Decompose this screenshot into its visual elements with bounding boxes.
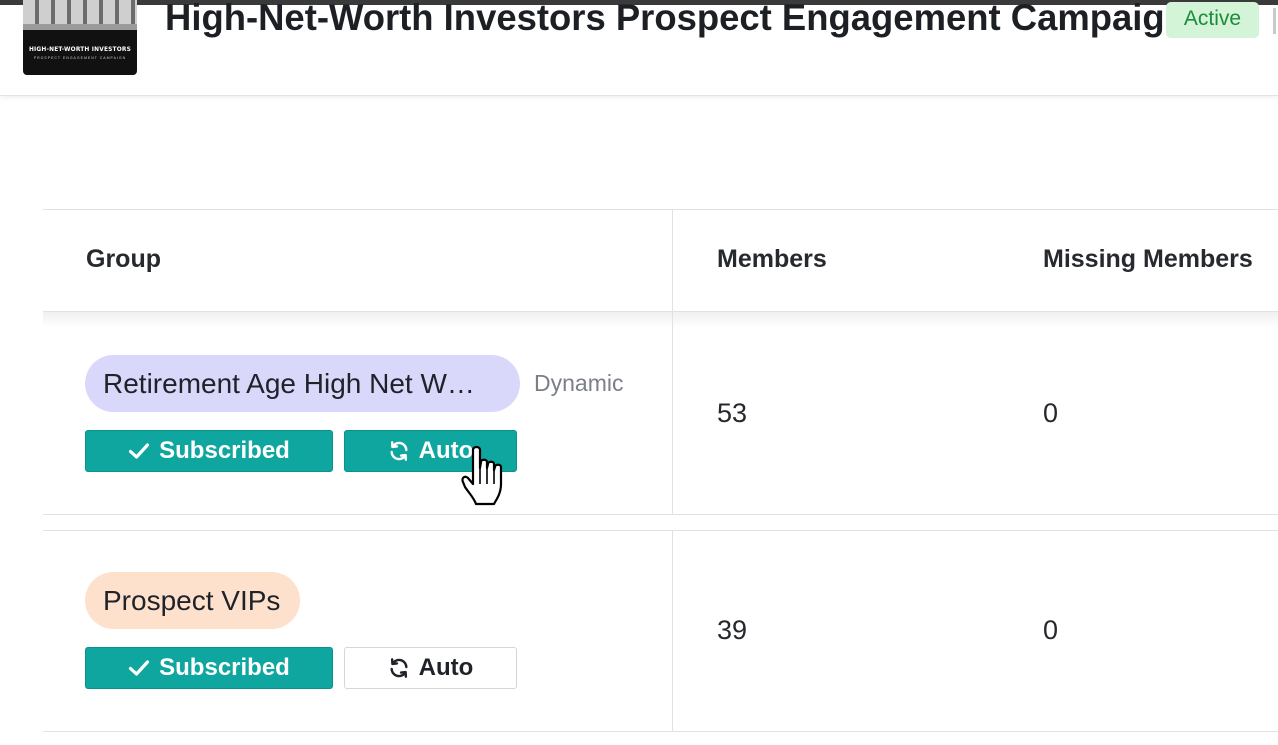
status-badge: Active bbox=[1166, 2, 1259, 38]
logo-building-image bbox=[23, 0, 137, 30]
column-header-members[interactable]: Members bbox=[717, 245, 827, 274]
subscribed-button[interactable]: Subscribed bbox=[85, 647, 333, 689]
group-type-label: Dynamic bbox=[534, 370, 624, 396]
campaign-logo: HIGH-NET-WORTH INVESTORS PROSPECT ENGAGE… bbox=[23, 0, 137, 75]
column-header-missing-members[interactable]: Missing Members bbox=[1043, 245, 1253, 274]
members-count: 39 bbox=[717, 615, 748, 645]
logo-title: HIGH-NET-WORTH INVESTORS bbox=[28, 45, 132, 53]
subscribed-label: Subscribed bbox=[159, 437, 290, 464]
group-name-chip[interactable]: Prospect VIPs bbox=[85, 572, 300, 629]
table-bottom-border bbox=[43, 731, 1278, 732]
auto-label: Auto bbox=[418, 654, 474, 681]
group-name-chip[interactable]: Retirement Age High Net W… bbox=[85, 355, 520, 412]
refresh-icon bbox=[390, 658, 408, 678]
missing-members-count: 0 bbox=[1043, 615, 1059, 645]
subscribed-label: Subscribed bbox=[159, 654, 290, 681]
missing-members-count: 0 bbox=[1043, 398, 1059, 428]
check-icon bbox=[129, 660, 150, 676]
table-top-border bbox=[43, 209, 1278, 210]
column-divider bbox=[672, 312, 673, 514]
column-header-group[interactable]: Group bbox=[86, 245, 161, 274]
check-icon bbox=[129, 443, 150, 459]
row-divider bbox=[43, 514, 1278, 515]
refresh-icon bbox=[390, 441, 408, 461]
subscribed-button[interactable]: Subscribed bbox=[85, 430, 333, 472]
logo-subtitle: PROSPECT ENGAGEMENT CAMPAIGN bbox=[33, 56, 127, 60]
groups-table: Group Members Missing Members Retirement… bbox=[43, 209, 1278, 745]
header-shadow bbox=[43, 312, 1278, 328]
campaign-header: HIGH-NET-WORTH INVESTORS PROSPECT ENGAGE… bbox=[0, 0, 1278, 96]
row-divider bbox=[43, 530, 1278, 531]
members-count: 53 bbox=[717, 398, 748, 428]
hand-pointer-cursor bbox=[461, 445, 503, 506]
header-overflow-edge bbox=[1273, 8, 1276, 34]
auto-sync-button[interactable]: Auto bbox=[344, 647, 517, 689]
page-title: High-Net-Worth Investors Prospect Engage… bbox=[165, 0, 1187, 38]
column-divider bbox=[672, 531, 673, 731]
column-divider bbox=[672, 209, 673, 311]
